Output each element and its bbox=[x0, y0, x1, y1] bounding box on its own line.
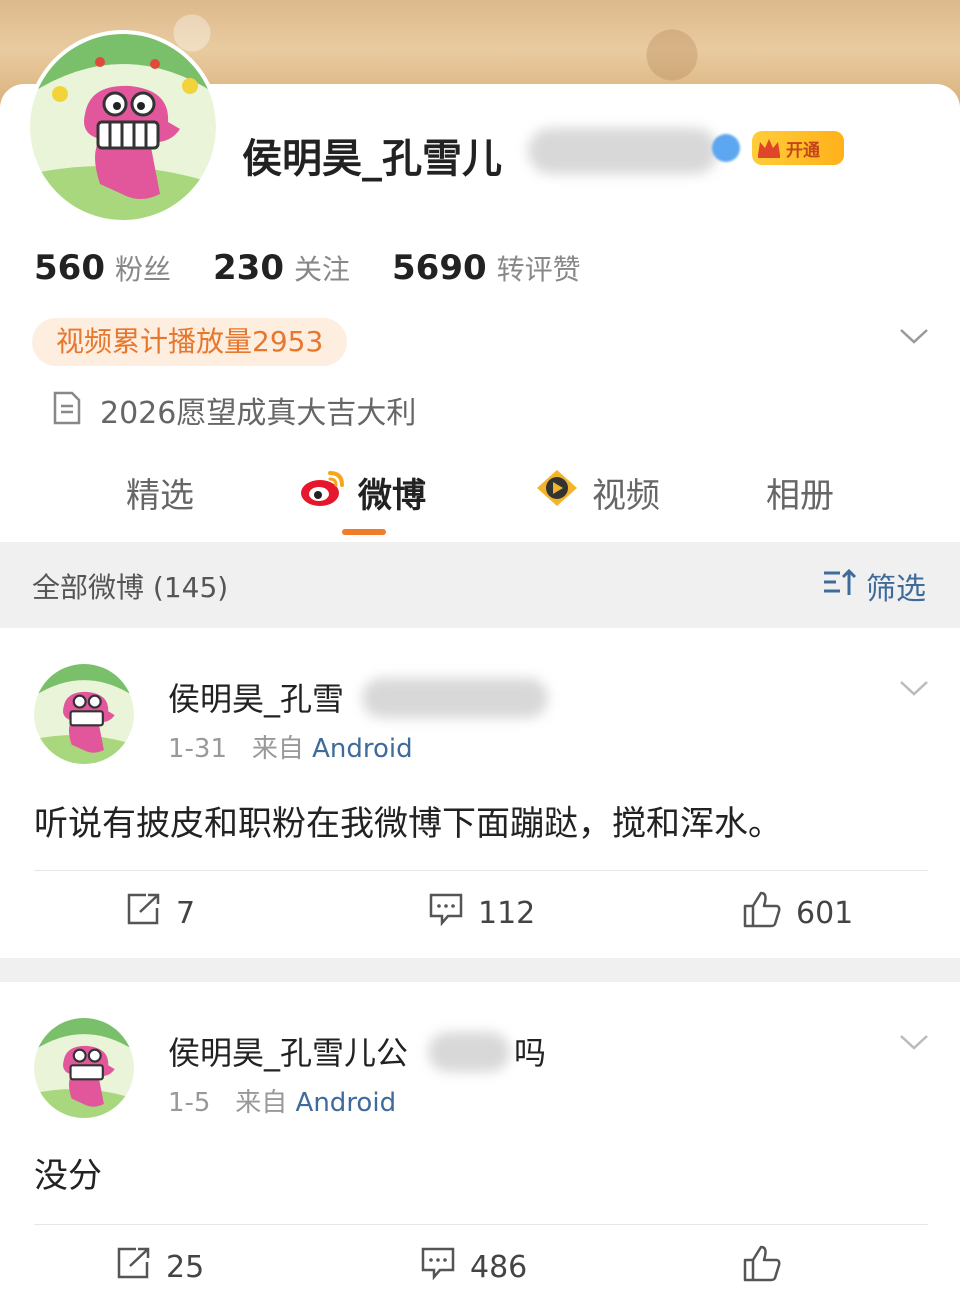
like-button[interactable] bbox=[742, 1244, 782, 1290]
document-icon bbox=[52, 391, 82, 429]
post-divider bbox=[34, 1224, 928, 1225]
comment-count: 112 bbox=[478, 895, 536, 931]
repost-count: 7 bbox=[176, 895, 196, 931]
profile-name-text: 侯明昊_孔雪儿 bbox=[242, 136, 502, 182]
profile-name: 侯明昊_孔雪儿 bbox=[242, 126, 502, 184]
interactions-label[interactable]: 转评赞 bbox=[497, 248, 581, 288]
verified-icon bbox=[712, 134, 740, 162]
post-text[interactable]: 没分 bbox=[34, 1148, 102, 1197]
filter-label: 筛选 bbox=[866, 572, 926, 607]
repost-icon bbox=[116, 1246, 152, 1288]
chevron-down-icon[interactable] bbox=[898, 678, 930, 702]
tab-weibo[interactable]: 微博 bbox=[300, 468, 426, 517]
weibo-logo-icon bbox=[300, 469, 346, 516]
post-card[interactable]: 侯明昊_孔雪儿公 吗 1-5 来自 Android 没分 25 486 bbox=[0, 982, 960, 1285]
post-text[interactable]: 听说有披皮和职粉在我微博下面蹦跶，搅和浑水。 bbox=[34, 796, 782, 845]
filter-bar: 全部微博 (145) 筛选 bbox=[0, 542, 960, 628]
post-source-prefix: 来自 bbox=[235, 1088, 288, 1118]
filter-button[interactable]: 筛选 bbox=[822, 564, 926, 608]
post-source-prefix: 来自 bbox=[251, 734, 304, 764]
crown-icon bbox=[752, 131, 786, 165]
post-divider bbox=[34, 870, 928, 871]
followers-label[interactable]: 粉丝 bbox=[115, 248, 171, 288]
vip-label: 开通 bbox=[786, 140, 820, 161]
comment-icon bbox=[420, 1246, 456, 1288]
video-play-count-badge[interactable]: 视频累计播放量2953 bbox=[32, 318, 348, 366]
post-card[interactable]: 侯明昊_孔雪 1-31 来自 Android 听说有披皮和职粉在我微博下面蹦跶，… bbox=[0, 628, 960, 958]
like-button[interactable]: 601 bbox=[742, 890, 853, 936]
thumbs-up-icon bbox=[742, 890, 782, 936]
thumbs-up-icon bbox=[742, 1244, 782, 1290]
post-meta: 1-5 来自 Android bbox=[168, 1082, 396, 1119]
post-author-avatar[interactable] bbox=[34, 664, 134, 764]
repost-button[interactable]: 25 bbox=[116, 1246, 204, 1288]
active-tab-indicator bbox=[342, 529, 386, 535]
post-meta: 1-31 来自 Android bbox=[168, 728, 413, 765]
filter-icon bbox=[822, 567, 858, 605]
post-author-name[interactable]: 侯明昊_孔雪儿公 bbox=[168, 1028, 408, 1074]
post-author-suffix: 吗 bbox=[514, 1034, 547, 1072]
interactions-count[interactable]: 5690 bbox=[392, 248, 487, 288]
post-source[interactable]: Android bbox=[312, 734, 413, 764]
post-separator bbox=[0, 958, 960, 982]
profile-tabs: 精选 微博 视频 相册 bbox=[0, 462, 960, 542]
following-label[interactable]: 关注 bbox=[294, 248, 350, 288]
tab-album-label: 相册 bbox=[766, 476, 834, 516]
profile-avatar[interactable] bbox=[30, 34, 216, 220]
post-author-name[interactable]: 侯明昊_孔雪 bbox=[168, 674, 344, 720]
following-count[interactable]: 230 bbox=[213, 248, 284, 288]
repost-button[interactable]: 7 bbox=[126, 892, 195, 934]
tab-weibo-label: 微博 bbox=[358, 476, 426, 516]
like-count: 601 bbox=[796, 895, 854, 931]
tab-album[interactable]: 相册 bbox=[766, 468, 834, 517]
comment-count: 486 bbox=[470, 1249, 528, 1285]
vip-open-button[interactable]: 开通 bbox=[752, 131, 844, 165]
video-icon bbox=[534, 468, 580, 517]
comment-button[interactable]: 112 bbox=[428, 892, 535, 934]
comment-button[interactable]: 486 bbox=[420, 1246, 527, 1288]
tab-video[interactable]: 视频 bbox=[534, 468, 660, 517]
tab-featured[interactable]: 精选 bbox=[126, 468, 194, 517]
repost-icon bbox=[126, 892, 162, 934]
chevron-down-icon[interactable] bbox=[898, 1032, 930, 1056]
comment-icon bbox=[428, 892, 464, 934]
tab-featured-label: 精选 bbox=[126, 476, 194, 516]
post-date: 1-5 bbox=[168, 1088, 211, 1118]
followers-count[interactable]: 560 bbox=[34, 248, 105, 288]
tab-video-label: 视频 bbox=[592, 476, 660, 516]
bio-row: 2026愿望成真大吉大利 bbox=[52, 388, 416, 432]
redacted-name-blur bbox=[528, 128, 718, 174]
post-source[interactable]: Android bbox=[296, 1088, 397, 1118]
profile-stats: 560 粉丝 230 关注 5690 转评赞 bbox=[34, 248, 623, 288]
all-weibo-count: 全部微博 (145) bbox=[32, 571, 229, 604]
repost-count: 25 bbox=[166, 1249, 205, 1285]
redacted-author-blur bbox=[428, 1032, 510, 1072]
post-date: 1-31 bbox=[168, 734, 228, 764]
bio-text: 2026愿望成真大吉大利 bbox=[100, 396, 417, 431]
post-author-avatar[interactable] bbox=[34, 1018, 134, 1118]
redacted-author-blur bbox=[362, 678, 548, 718]
chevron-down-icon[interactable] bbox=[898, 326, 930, 350]
